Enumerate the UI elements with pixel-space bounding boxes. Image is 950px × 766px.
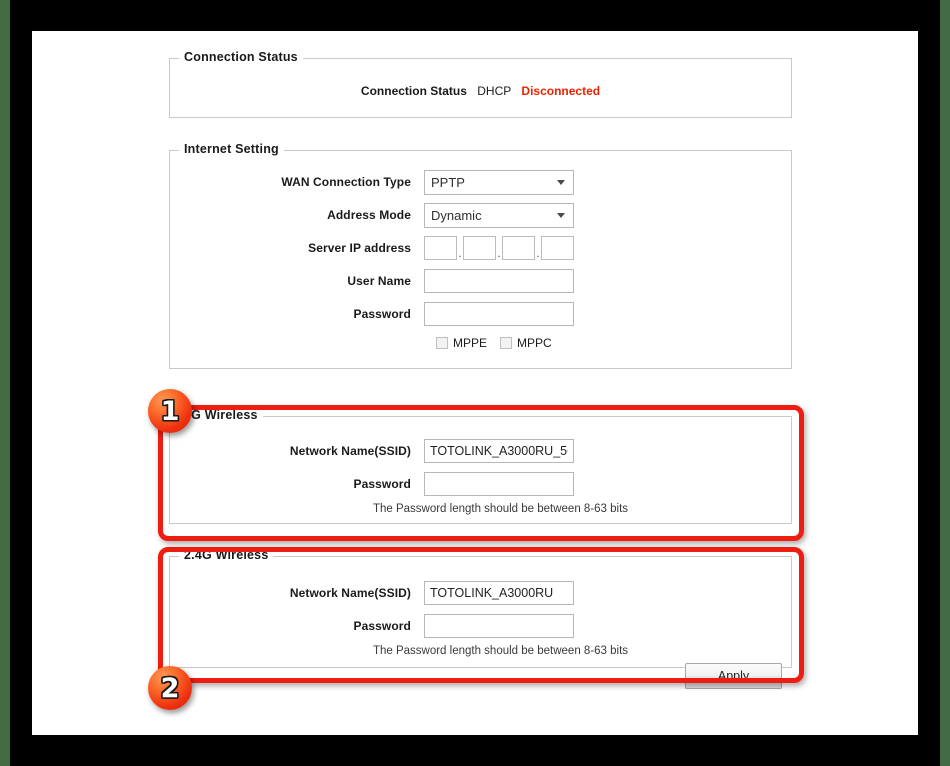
user-name-row: User Name <box>170 268 574 294</box>
mppc-checkbox[interactable] <box>500 337 513 349</box>
wireless-24g-password-hint: The Password length should be between 8-… <box>372 645 629 657</box>
server-ip-octet-2[interactable] <box>463 236 496 260</box>
ip-separator-3: . <box>536 246 540 260</box>
user-name-input[interactable] <box>424 269 574 293</box>
address-mode-row: Address Mode Dynamic <box>170 202 574 228</box>
wireless-24g-group: 2.4G Wireless Network Name(SSID) Passwor… <box>169 548 792 668</box>
ppp-options-row: MPPE MPPC <box>424 336 565 350</box>
chevron-down-icon <box>557 213 565 218</box>
wireless-24g-password-row: Password <box>170 613 574 639</box>
chevron-down-icon <box>557 180 565 185</box>
wireless-24g-password-input[interactable] <box>424 614 574 638</box>
mppc-label: MPPC <box>517 336 552 350</box>
wireless-5g-group: 5G Wireless Network Name(SSID) Password … <box>169 408 792 524</box>
user-name-label: User Name <box>347 274 411 288</box>
address-mode-value: Dynamic <box>431 207 482 223</box>
wan-connection-type-row: WAN Connection Type PPTP <box>170 169 574 195</box>
ip-separator-1: . <box>458 246 462 260</box>
connection-status-row: Connection Status DHCP Disconnected <box>170 84 791 98</box>
wan-connection-type-label: WAN Connection Type <box>281 175 411 189</box>
wireless-5g-password-label: Password <box>353 477 411 491</box>
connection-status-label: Connection Status <box>360 84 467 98</box>
step-badge-1-number: 1 <box>160 395 180 427</box>
router-admin-page: Connection Status Connection Status DHCP… <box>32 31 918 735</box>
connection-status-legend: Connection Status <box>179 50 303 64</box>
wireless-5g-password-hint: The Password length should be between 8-… <box>372 503 629 515</box>
address-mode-select[interactable]: Dynamic <box>424 202 574 228</box>
connection-status-group: Connection Status Connection Status DHCP… <box>169 50 792 118</box>
ip-separator-2: . <box>497 246 501 260</box>
server-ip-octet-4[interactable] <box>541 236 574 260</box>
server-ip-address-label: Server IP address <box>308 241 411 255</box>
address-mode-label: Address Mode <box>327 208 411 222</box>
wireless-24g-legend: 2.4G Wireless <box>179 548 274 562</box>
mppe-label: MPPE <box>453 336 488 350</box>
step-badge-2: 2 <box>148 666 192 710</box>
internet-password-label: Password <box>353 307 411 321</box>
internet-password-input[interactable] <box>424 302 574 326</box>
content-area: Connection Status Connection Status DHCP… <box>32 31 918 735</box>
connection-status-value: Disconnected <box>521 84 601 98</box>
connection-status-mode: DHCP <box>477 84 512 98</box>
wireless-5g-password-row: Password <box>170 471 574 497</box>
step-badge-1: 1 <box>148 389 192 433</box>
internet-password-row: Password <box>170 301 574 327</box>
wan-connection-type-value: PPTP <box>431 174 465 190</box>
server-ip-octet-1[interactable] <box>424 236 457 260</box>
step-badge-2-number: 2 <box>160 672 180 704</box>
mppe-checkbox[interactable] <box>436 337 448 349</box>
wireless-24g-ssid-label: Network Name(SSID) <box>289 586 411 600</box>
wireless-5g-ssid-label: Network Name(SSID) <box>289 444 411 458</box>
apply-button[interactable]: Apply <box>685 663 782 689</box>
screenshot-frame: Connection Status Connection Status DHCP… <box>0 0 950 766</box>
wireless-5g-password-input[interactable] <box>424 472 574 496</box>
wireless-24g-ssid-row: Network Name(SSID) <box>170 580 574 606</box>
server-ip-octet-3[interactable] <box>502 236 535 260</box>
internet-setting-legend: Internet Setting <box>179 142 284 156</box>
wireless-5g-ssid-row: Network Name(SSID) <box>170 438 574 464</box>
wireless-24g-ssid-input[interactable] <box>424 581 574 605</box>
internet-setting-group: Internet Setting WAN Connection Type PPT… <box>169 142 792 369</box>
wan-connection-type-select[interactable]: PPTP <box>424 169 574 195</box>
wireless-5g-ssid-input[interactable] <box>424 439 574 463</box>
wireless-24g-password-label: Password <box>353 619 411 633</box>
server-ip-address-row: Server IP address . . . <box>170 235 574 261</box>
server-ip-address-input-group: . . . <box>424 236 574 260</box>
